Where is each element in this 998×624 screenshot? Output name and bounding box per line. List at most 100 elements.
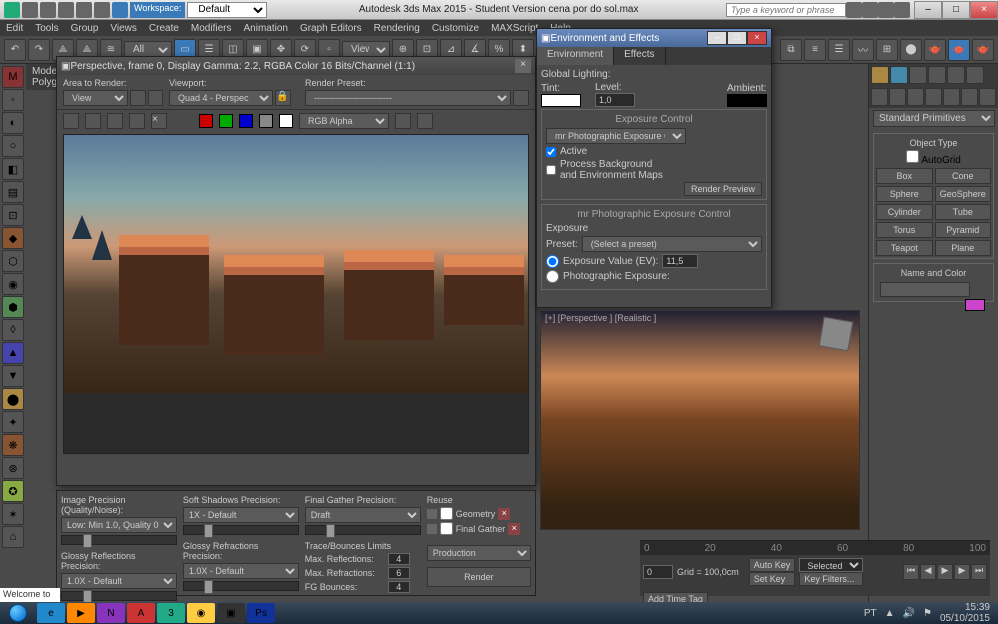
rfw-clone-icon[interactable] [107,113,123,129]
minimize-button[interactable]: – [914,1,942,19]
area-render-dd[interactable]: View [63,90,128,106]
fg-slider[interactable] [305,525,421,535]
channel-alpha[interactable] [259,114,273,128]
shapes-icon[interactable] [889,88,906,106]
lt-max-icon[interactable]: M [2,66,24,88]
undo-button[interactable]: ↶ [4,39,26,61]
task-photoshop-icon[interactable]: Ps [247,603,275,623]
tray-lang[interactable]: PT [864,608,877,619]
render-button[interactable]: Render [427,567,531,587]
menu-animation[interactable]: Animation [243,23,287,34]
space-icon[interactable] [961,88,978,106]
menu-customize[interactable]: Customize [432,23,479,34]
goto-end-icon[interactable]: ⏭ [971,564,987,580]
area-btn2[interactable] [148,90,163,106]
redo-button[interactable]: ↷ [28,39,50,61]
lt-tool4[interactable]: ◧ [2,158,24,180]
task-ie-icon[interactable]: e [37,603,65,623]
geom-icon[interactable] [871,88,888,106]
app-icon[interactable] [4,2,20,18]
photo-radio[interactable] [546,270,559,283]
lt-tool14[interactable]: ⬤ [2,388,24,410]
img-prec-dd[interactable]: Low: Min 1.0, Quality 0.25 [61,517,177,533]
geom-x[interactable]: × [498,508,510,520]
star-icon[interactable] [862,2,878,18]
img-prec-slider[interactable] [61,535,177,545]
utilities-tab-icon[interactable] [966,66,984,84]
viewport-dd[interactable]: Quad 4 - Perspec [169,90,273,106]
teapot-button[interactable]: Teapot [876,240,933,256]
tube-button[interactable]: Tube [935,204,992,220]
rfw-delete-icon[interactable]: × [151,113,167,129]
signin-icon[interactable] [878,2,894,18]
channel-mono[interactable] [279,114,293,128]
lt-tool3[interactable]: ○ [2,135,24,157]
start-button[interactable] [0,602,36,624]
menu-rendering[interactable]: Rendering [374,23,420,34]
ew-max[interactable]: □ [727,31,747,45]
helpers-icon[interactable] [943,88,960,106]
preset-btn[interactable] [513,90,529,106]
max-refr-input[interactable] [388,567,410,579]
glossy-refr-dd[interactable]: 1.0X - Default [183,563,299,579]
rfw-toggle1[interactable] [395,113,411,129]
open-icon[interactable] [40,2,56,18]
tray-flag-icon[interactable]: ⚑ [923,608,932,619]
task-onenote-icon[interactable]: N [97,603,125,623]
display-tab-icon[interactable] [947,66,965,84]
plane-button[interactable]: Plane [935,240,992,256]
tray-date[interactable]: 05/10/2015 [940,613,990,624]
help-icon[interactable] [846,2,862,18]
workspace-selector[interactable]: Default [187,2,267,18]
material-editor-button[interactable]: ⬤ [900,39,922,61]
glossy-refr-slider[interactable] [183,581,299,591]
production-dd[interactable]: Production [427,545,531,561]
autokey-button[interactable]: Auto Key [749,558,796,572]
rb-icon[interactable] [112,2,128,18]
layers-button[interactable]: ☰ [828,39,850,61]
fg-bounces-input[interactable] [388,581,410,593]
lt-tool20[interactable]: ⌂ [2,526,24,548]
info-icon[interactable] [894,2,910,18]
lt-tool12[interactable]: ▲ [2,342,24,364]
hierarchy-tab-icon[interactable] [909,66,927,84]
vp-lock-icon[interactable]: 🔒 [275,90,291,106]
menu-grapheditors[interactable]: Graph Editors [300,23,362,34]
tab-environment[interactable]: Environment [537,47,614,65]
channel-red[interactable] [199,114,213,128]
geom-check[interactable] [440,507,453,520]
tray-time[interactable]: 15:39 [940,602,990,613]
setkey-button[interactable]: Set Key [749,572,796,586]
sphere-button[interactable]: Sphere [876,186,933,202]
prev-frame-icon[interactable]: ◀ [920,564,936,580]
motion-tab-icon[interactable] [928,66,946,84]
task-app-icon[interactable]: ▣ [217,603,245,623]
modify-tab-icon[interactable] [890,66,908,84]
color-swatch[interactable] [965,299,985,311]
tray-chevron-icon[interactable]: ▲ [885,608,895,619]
lt-tool19[interactable]: ✶ [2,503,24,525]
render-frame-button[interactable]: 🫖 [948,39,970,61]
lt-tool11[interactable]: ◊ [2,319,24,341]
menu-modifiers[interactable]: Modifiers [191,23,232,34]
time-ruler[interactable]: 0 20 40 60 80 100 [640,541,990,555]
geom-lock-icon[interactable] [427,509,437,519]
ambient-swatch[interactable] [727,94,767,107]
rfw-save-icon[interactable] [63,113,79,129]
channel-blue[interactable] [239,114,253,128]
menu-group[interactable]: Group [71,23,99,34]
level-input[interactable] [595,93,635,107]
render-preview-button[interactable]: Render Preview [684,182,762,196]
channel-green[interactable] [219,114,233,128]
fg-x[interactable]: × [508,523,520,535]
active-check[interactable] [546,147,556,157]
lt-tool2[interactable]: ◐ [2,112,24,134]
menu-maxscript[interactable]: MAXScript [491,23,538,34]
lt-tool13[interactable]: ▼ [2,365,24,387]
search-input[interactable] [726,3,846,17]
new-icon[interactable] [22,2,38,18]
lt-tool15[interactable]: ✦ [2,411,24,433]
viewcube[interactable] [819,317,854,352]
exposure-dd[interactable]: mr Photographic Exposure Contro [546,128,686,144]
task-autocad-icon[interactable]: A [127,603,155,623]
